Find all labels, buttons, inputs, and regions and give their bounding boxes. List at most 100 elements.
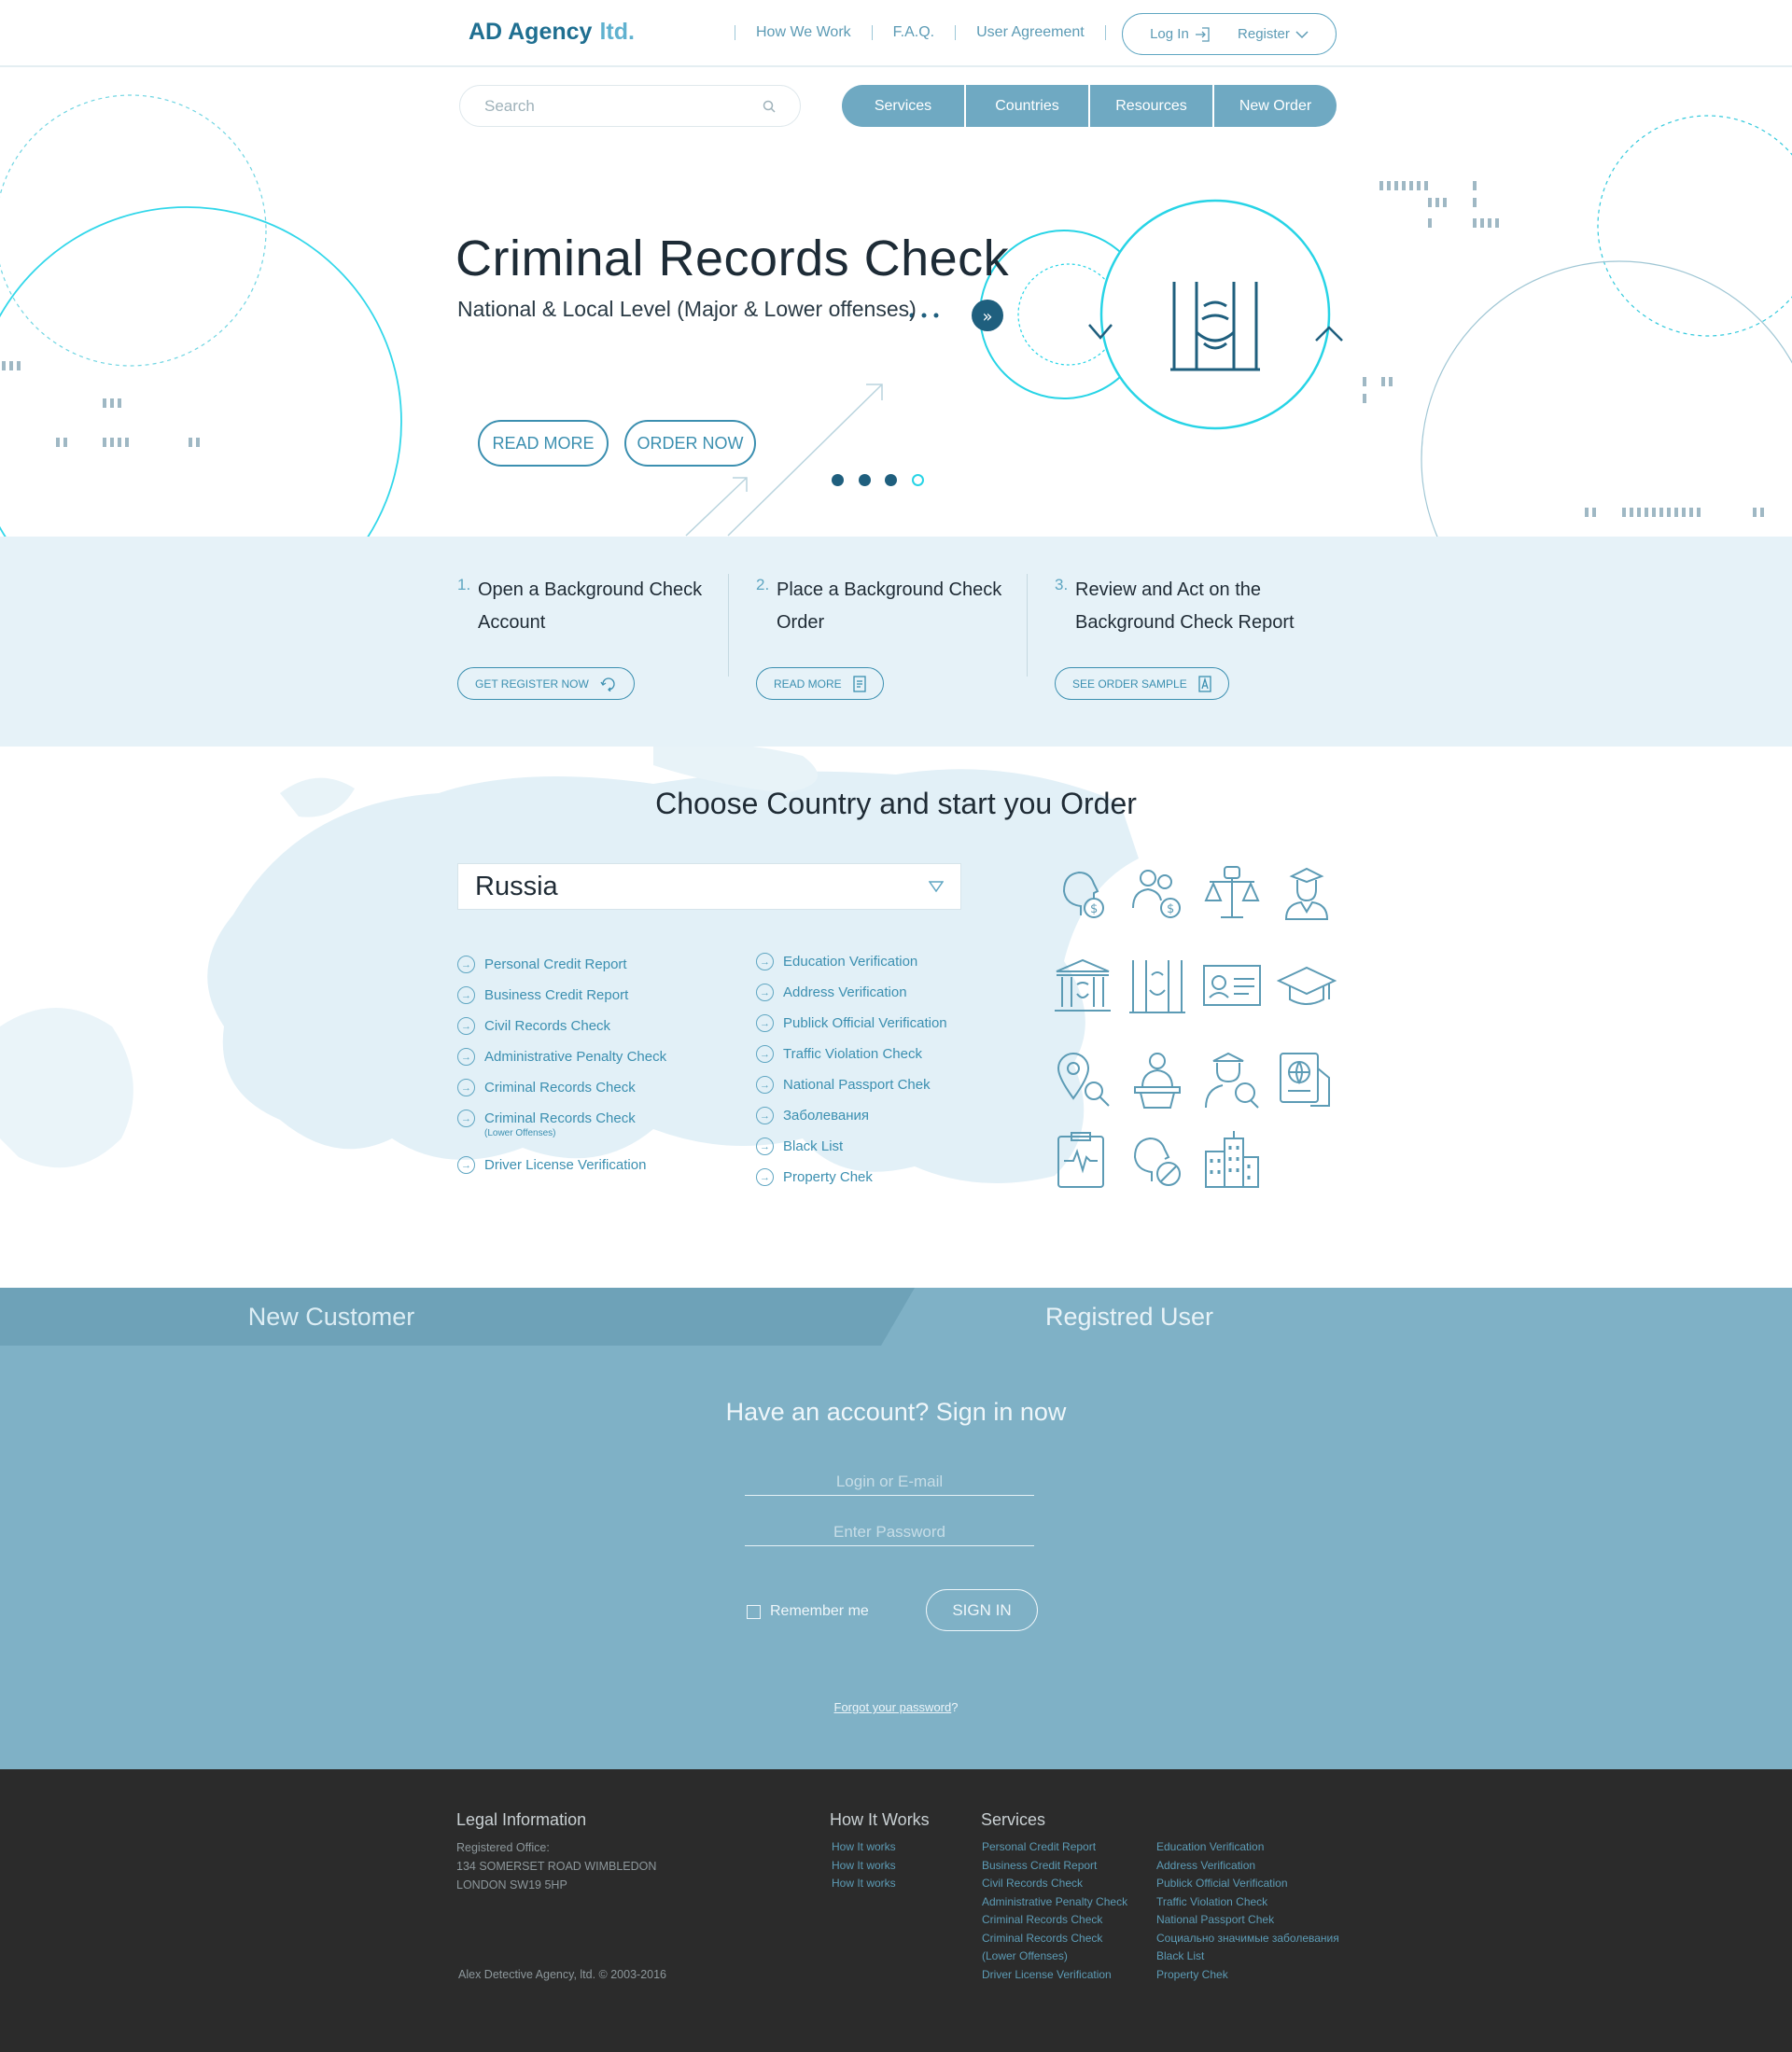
service-label: Заболевания xyxy=(783,1108,869,1124)
service-note: (Lower Offenses) xyxy=(484,1128,556,1138)
logo[interactable]: AD Agency ltd. xyxy=(469,19,635,46)
tab-registered-user[interactable]: Registred User xyxy=(943,1288,1316,1346)
head-blocked-icon[interactable] xyxy=(1127,1129,1187,1189)
slider-dot[interactable] xyxy=(885,474,897,486)
service-label: Civil Records Check xyxy=(484,1018,610,1034)
service-label-text: National Passport Chek xyxy=(783,1077,931,1093)
service-link[interactable]: → Property Chek xyxy=(756,1168,873,1186)
footer-how-link[interactable]: How It works xyxy=(832,1838,896,1857)
arrow-circle-icon: → xyxy=(756,1014,774,1032)
register-label: Register xyxy=(1238,26,1290,42)
svg-text:»: » xyxy=(982,307,992,327)
service-link[interactable]: → Criminal Records Check xyxy=(457,1079,636,1096)
service-link[interactable]: → Publick Official Verification xyxy=(756,1014,947,1032)
nav-new-order[interactable]: New Order xyxy=(1214,85,1337,127)
officer-search-icon[interactable] xyxy=(1202,1050,1262,1110)
service-label-text: Civil Records Check xyxy=(484,1018,611,1034)
search-icon[interactable] xyxy=(763,100,776,113)
nav-user-agreement[interactable]: User Agreement xyxy=(976,24,1085,41)
document-icon xyxy=(853,675,866,692)
footer-service-link[interactable]: (Lower Offenses) xyxy=(982,1947,1127,1966)
service-link[interactable]: → Заболевания xyxy=(756,1107,869,1124)
order-now-button[interactable]: ORDER NOW xyxy=(624,420,756,467)
step-number: 1. xyxy=(457,576,471,593)
medical-clipboard-icon[interactable] xyxy=(1053,1129,1113,1189)
nav-divider xyxy=(955,25,957,40)
get-register-button[interactable]: GET REGISTER NOW xyxy=(457,667,635,700)
footer-service-link[interactable]: Publick Official Verification xyxy=(1156,1875,1339,1893)
passport-icon[interactable] xyxy=(1277,1050,1337,1110)
slider-dot[interactable] xyxy=(911,474,924,486)
service-link[interactable]: → Traffic Violation Check xyxy=(756,1045,922,1063)
read-more-button[interactable]: READ MORE xyxy=(478,420,609,467)
sign-in-button[interactable]: SIGN IN xyxy=(926,1589,1038,1631)
footer-service-link[interactable]: Administrative Penalty Check xyxy=(982,1893,1127,1912)
footer-service-link[interactable]: Education Verification xyxy=(1156,1838,1339,1857)
prison-bars-icon[interactable] xyxy=(1127,956,1187,1016)
footer-service-link[interactable]: Traffic Violation Check xyxy=(1156,1893,1339,1912)
service-link[interactable]: → Criminal Records Check (Lower Offenses) xyxy=(457,1110,636,1138)
courthouse-icon[interactable] xyxy=(1053,956,1113,1016)
remember-me-checkbox[interactable]: Remember me xyxy=(747,1603,869,1620)
judge-icon[interactable] xyxy=(1277,863,1337,923)
service-link[interactable]: → Civil Records Check xyxy=(457,1017,610,1035)
service-label-text: Driver License Verification xyxy=(484,1157,647,1173)
step-read-more-button[interactable]: READ MORE xyxy=(756,667,884,700)
footer-service-link[interactable]: Criminal Records Check xyxy=(982,1911,1127,1930)
footer-service-link[interactable]: Property Chek xyxy=(1156,1966,1339,1985)
see-order-sample-button[interactable]: SEE ORDER SAMPLE xyxy=(1055,667,1229,700)
service-link[interactable]: → Business Credit Report xyxy=(457,986,628,1004)
forgot-password-link[interactable]: Forgot your password xyxy=(834,1700,952,1714)
service-label-text: Criminal Records Check xyxy=(484,1110,636,1126)
footer-how-title: How It Works xyxy=(830,1810,930,1829)
footer-service-link[interactable]: Black List xyxy=(1156,1947,1339,1966)
search-input[interactable]: Search xyxy=(459,85,801,127)
service-label: Personal Credit Report xyxy=(484,956,627,972)
arrow-circle-icon: → xyxy=(756,1045,774,1063)
service-link[interactable]: → Education Verification xyxy=(756,953,917,970)
nav-resources[interactable]: Resources xyxy=(1090,85,1214,127)
service-link[interactable]: → Administrative Penalty Check xyxy=(457,1048,666,1066)
slider-dot[interactable] xyxy=(858,474,871,486)
service-link[interactable]: → Driver License Verification xyxy=(457,1156,647,1174)
nav-how-we-work[interactable]: How We Work xyxy=(756,24,851,41)
footer-service-link[interactable]: Driver License Verification xyxy=(982,1966,1127,1985)
nav-countries[interactable]: Countries xyxy=(966,85,1090,127)
footer-service-link[interactable]: National Passport Chek xyxy=(1156,1911,1339,1930)
arrow-circle-icon: → xyxy=(457,1110,475,1127)
graduation-cap-icon[interactable] xyxy=(1277,956,1337,1016)
nav-faq[interactable]: F.A.Q. xyxy=(893,24,934,41)
footer-how-link[interactable]: How It works xyxy=(832,1875,896,1893)
arrow-circle-icon: → xyxy=(756,953,774,970)
footer-service-link[interactable]: Criminal Records Check xyxy=(982,1930,1127,1948)
footer-service-link[interactable]: Business Credit Report xyxy=(982,1857,1127,1876)
register-link[interactable]: Register xyxy=(1238,26,1309,42)
slider-dot[interactable] xyxy=(832,474,844,486)
buildings-icon[interactable] xyxy=(1202,1129,1262,1189)
arrow-circle-icon: → xyxy=(457,1079,475,1096)
location-search-icon[interactable] xyxy=(1053,1050,1113,1110)
footer-service-link[interactable]: Address Verification xyxy=(1156,1857,1339,1876)
password-field[interactable]: Enter Password xyxy=(745,1523,1034,1546)
footer-service-link[interactable]: Социально значимые заболевания xyxy=(1156,1930,1339,1948)
nav-services[interactable]: Services xyxy=(842,85,966,127)
service-link[interactable]: → National Passport Chek xyxy=(756,1076,931,1094)
country-select[interactable]: Russia xyxy=(457,863,961,910)
official-podium-icon[interactable] xyxy=(1127,1050,1187,1110)
group-dollar-icon[interactable]: $ xyxy=(1127,863,1187,923)
tab-new-customer[interactable]: New Customer xyxy=(0,1288,915,1346)
id-card-icon[interactable] xyxy=(1202,956,1262,1016)
checkbox-box[interactable] xyxy=(747,1604,761,1619)
service-link[interactable]: → Personal Credit Report xyxy=(457,956,627,973)
service-label-text: Personal Credit Report xyxy=(484,956,627,972)
service-link[interactable]: → Address Verification xyxy=(756,984,907,1001)
logo-text: AD Agency xyxy=(469,19,593,45)
footer-how-link[interactable]: How It works xyxy=(832,1857,896,1876)
head-dollar-icon[interactable]: $ xyxy=(1053,863,1113,923)
footer-service-link[interactable]: Personal Credit Report xyxy=(982,1838,1127,1857)
footer-service-link[interactable]: Civil Records Check xyxy=(982,1875,1127,1893)
justice-scales-icon[interactable] xyxy=(1202,863,1262,923)
login-email-field[interactable]: Login or E-mail xyxy=(745,1473,1034,1496)
login-link[interactable]: Log In xyxy=(1150,26,1210,42)
service-link[interactable]: → Black List xyxy=(756,1138,843,1155)
